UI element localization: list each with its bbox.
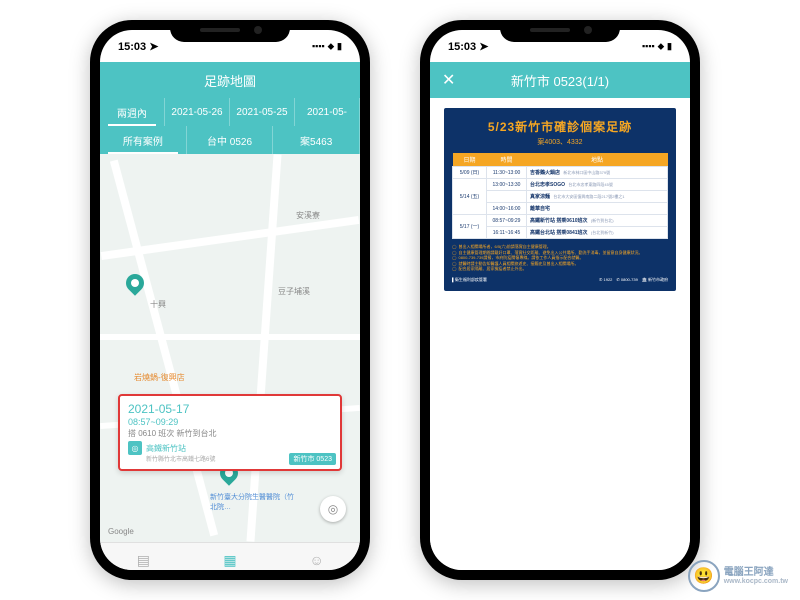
cell-place: 吉香鵝火鍋店 新北市林口區中山路379號 [527,167,668,179]
case-tabs: 所有案例 台中 0526 案5463 [100,126,360,154]
map[interactable]: 安溪寮 十興 豆子埔溪 岩燒鍋-復興店 新竹臺大分院生醫醫院（竹北院… 2021… [100,154,360,542]
tab-date-0526[interactable]: 2021-05-26 [165,98,230,126]
poster-title: 5/23新竹市確診個案足跡 [452,118,668,135]
cell-time: 13:00~13:30 [487,179,527,191]
cell-time [487,191,527,203]
footer-tag: ✆ 0800-739 [616,277,637,283]
wifi-icon: ⬥ [658,41,664,52]
close-button[interactable]: ✕ [442,70,455,90]
tab-two-weeks[interactable]: 兩週內 [100,98,165,126]
cell-time: 16:11~16:45 [487,227,527,239]
th-date: 日期 [453,153,487,167]
page-title: 足跡地圖 [204,71,256,90]
poster-subtitle: 案4003、4332 [452,137,668,147]
location-icon: ◎ [128,441,142,455]
battery-icon: ▮ [337,41,342,52]
map-label: 安溪寮 [296,210,320,221]
app-header: 足跡地圖 [100,62,360,98]
cell-place: 台北忠孝SOGO 台北市忠孝東路四段45號 [527,179,668,191]
poster-footer: ▌衛生福利部疾管署 ✆ 1922 ✆ 0800-739 🏛 新竹市政府 [452,277,668,283]
wifi-icon: ⬥ [328,41,334,52]
footer-tag: ✆ 1922 [599,277,612,283]
avatar-icon: 😃 [688,560,720,592]
battery-icon: ▮ [667,41,672,52]
notch [500,20,620,42]
th-time: 時間 [487,153,527,167]
phone-right: 15:03 ➤ ▪▪▪▪ ⬥ ▮ ✕ 新竹市 0523(1/1) 5/23新竹市… [420,20,700,580]
th-place: 地點 [527,153,668,167]
bottom-nav: ▤ 疫情資訊 ▦ 足跡地圖 ☺ 關於我 [100,542,360,570]
date-tabs: 兩週內 2021-05-26 2021-05-25 2021-05- [100,98,360,126]
card-date: 2021-05-17 [128,402,332,416]
card-station: 高鐵新竹站 [146,443,186,454]
status-time: 15:03 [448,41,476,53]
footer-tag: 🏛 新竹市政府 [642,277,668,283]
screen-right: 15:03 ➤ ▪▪▪▪ ⬥ ▮ ✕ 新竹市 0523(1/1) 5/23新竹市… [430,30,690,570]
phone-left: 15:03 ➤ ▪▪▪▪ ⬥ ▮ 足跡地圖 兩週內 2021-05-26 202… [90,20,370,580]
site-watermark: 😃 電腦王阿達 www.kocpc.com.tw [688,560,788,592]
nav-info[interactable]: ▤ 疫情資訊 [100,543,187,570]
nav-map[interactable]: ▦ 足跡地圖 [187,543,274,570]
signal-icon: ▪▪▪▪ [312,41,325,51]
signal-icon: ▪▪▪▪ [642,41,655,51]
footprint-table: 日期 時間 地點 5/09 (日)11:30~13:00吉香鵝火鍋店 新北市林口… [452,153,668,239]
cell-place: 真家涼麵 台北市大安區復興南路二段217號2樓之1 [527,191,668,203]
location-icon: ➤ [479,41,488,53]
table-row: 5/14 (五)13:00~13:30台北忠孝SOGO 台北市忠孝東路四段45號 [453,179,668,191]
detail-title: 新竹市 0523(1/1) [511,71,609,90]
org-label: ▌衛生福利部疾管署 [452,277,487,283]
poster-notes: ◯曾出入相關場所者，6/5(六)前請落實自主健康管理。◯自主健康管理期間請戴好口… [452,244,668,272]
map-icon: ▦ [223,552,236,569]
watermark-url: www.kocpc.com.tw [724,578,788,586]
location-icon: ➤ [149,41,158,53]
detail-header: ✕ 新竹市 0523(1/1) [430,62,690,98]
tab-taichung-0526[interactable]: 台中 0526 [187,126,274,154]
cell-place: 高鐵台北站 搭乘0841班次 (台北到新竹) [527,227,668,239]
cell-date: 5/14 (五) [453,179,487,215]
google-logo: Google [108,527,134,536]
locate-button[interactable]: ◎ [320,496,346,522]
tab-case-5463[interactable]: 案5463 [273,126,360,154]
table-row: 5/17 (一)08:57~09:29高鐵新竹站 搭乘0610班次 (新竹到台北… [453,215,668,227]
status-time: 15:03 [118,41,146,53]
notch [170,20,290,42]
table-row: 5/09 (日)11:30~13:00吉香鵝火鍋店 新北市林口區中山路379號 [453,167,668,179]
announcement-poster: 5/23新竹市確診個案足跡 案4003、4332 日期 時間 地點 5/09 (… [444,108,676,291]
map-label-poi: 岩燒鍋-復興店 [134,372,185,383]
cell-date: 5/09 (日) [453,167,487,179]
cell-date: 5/17 (一) [453,215,487,239]
card-desc: 搭 0610 班次 新竹到台北 [128,428,332,439]
cell-time: 08:57~09:29 [487,215,527,227]
cell-time: 11:30~13:00 [487,167,527,179]
detail-body[interactable]: 5/23新竹市確診個案足跡 案4003、4332 日期 時間 地點 5/09 (… [430,98,690,570]
watermark-title: 電腦王阿達 [724,567,788,578]
tab-all-cases[interactable]: 所有案例 [100,126,187,154]
person-icon: ☺ [310,552,324,568]
note-line: ◯配合居家隔離、居家檢疫者禁止外出。 [452,266,668,272]
newspaper-icon: ▤ [137,552,150,569]
footprint-card[interactable]: 2021-05-17 08:57~09:29 搭 0610 班次 新竹到台北 ◎… [118,394,342,471]
map-label: 豆子埔溪 [278,286,310,297]
nav-about[interactable]: ☺ 關於我 [273,543,360,570]
screen-left: 15:03 ➤ ▪▪▪▪ ⬥ ▮ 足跡地圖 兩週內 2021-05-26 202… [100,30,360,570]
card-time: 08:57~09:29 [128,417,332,427]
tab-date-0525[interactable]: 2021-05-25 [230,98,295,126]
map-label-hospital: 新竹臺大分院生醫醫院（竹北院… [210,492,300,512]
cell-place: 高鐵新竹站 搭乘0610班次 (新竹到台北) [527,215,668,227]
tab-date-more[interactable]: 2021-05- [295,98,360,126]
map-label: 十興 [150,299,166,310]
cell-place: 離華自宅 [527,203,668,215]
card-badge[interactable]: 新竹市 0523 [289,453,336,465]
cell-time: 14:00~16:00 [487,203,527,215]
